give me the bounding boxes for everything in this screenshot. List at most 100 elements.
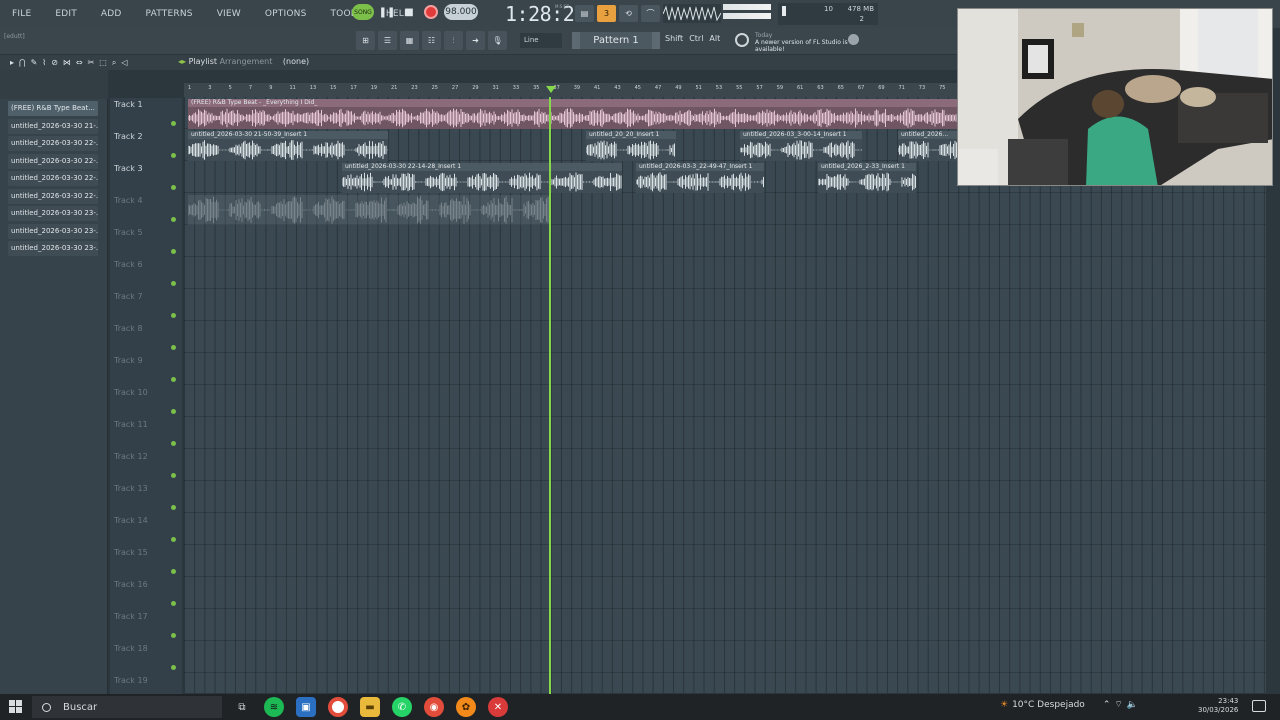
- pencil-icon[interactable]: ✎: [31, 58, 38, 68]
- countdown-icon[interactable]: 3: [597, 5, 616, 22]
- track-label[interactable]: Track 2: [114, 132, 143, 141]
- track-label[interactable]: Track 14: [114, 516, 148, 525]
- notification-icon[interactable]: [1252, 700, 1266, 712]
- audio-clip-track3-b[interactable]: untitled_2026-03-3_22-49-47_Insert 1: [636, 163, 764, 193]
- windows-start-icon[interactable]: [9, 700, 22, 713]
- timeline-ruler[interactable]: 1 3 5 7 9 11 13 15 17 19 21 23 25 27 29 31 33 35 37 39 41 43 4…: [184, 83, 960, 97]
- track-label[interactable]: Track 11: [114, 420, 148, 429]
- track-mute-led[interactable]: [171, 505, 176, 510]
- metronome-icon[interactable]: ▤: [575, 5, 594, 22]
- menu-edit[interactable]: EDIT: [43, 9, 89, 19]
- track-mute-led[interactable]: [171, 185, 176, 190]
- pause-icon[interactable]: ❚❚: [378, 3, 396, 21]
- mixer-icon[interactable]: ☷: [422, 31, 441, 50]
- track-label[interactable]: Track 1: [114, 100, 143, 109]
- track-mute-led[interactable]: [171, 313, 176, 318]
- volume-icon[interactable]: 🔈: [1127, 700, 1138, 710]
- track-mute-led[interactable]: [171, 153, 176, 158]
- song-mode-toggle[interactable]: SONG: [352, 4, 374, 20]
- track-label[interactable]: Track 18: [114, 644, 148, 653]
- plugin-picker-icon[interactable]: ⫶: [444, 31, 463, 50]
- slice-icon[interactable]: ✂: [88, 58, 95, 68]
- weather-text[interactable]: 10°C Despejado: [1012, 700, 1085, 710]
- picker-item[interactable]: untitled_2026-03-30 22-...: [8, 136, 98, 151]
- app-icon[interactable]: ✕: [488, 697, 508, 717]
- slip-icon[interactable]: ⇔: [76, 58, 83, 68]
- fl-studio-icon[interactable]: ✿: [456, 697, 476, 717]
- record-button[interactable]: [422, 3, 440, 21]
- picker-item[interactable]: untitled_2026-03-30 22-...: [8, 188, 98, 204]
- tempo-display[interactable]: 98.000: [444, 4, 478, 20]
- audio-clip-track3-c[interactable]: untitled_2026_2-33_Insert 1: [818, 163, 916, 193]
- menu-options[interactable]: OPTIONS: [253, 9, 319, 19]
- select-icon[interactable]: ⬚: [99, 58, 107, 68]
- track-label[interactable]: Track 17: [114, 612, 148, 621]
- spotify-icon[interactable]: ≋: [264, 697, 284, 717]
- alt-key[interactable]: Alt: [709, 34, 720, 43]
- track-label[interactable]: Track 6: [114, 260, 143, 269]
- picker-item[interactable]: untitled_2026-03-30 22-...: [8, 171, 98, 186]
- taskbar-clock[interactable]: 23:43 30/03/2026: [1198, 697, 1238, 715]
- track-mute-led[interactable]: [171, 633, 176, 638]
- ctrl-key[interactable]: Ctrl: [689, 34, 703, 43]
- web-icon[interactable]: [848, 34, 859, 45]
- playback-icon[interactable]: ◁: [121, 58, 127, 68]
- snap-mode-select[interactable]: Line: [520, 33, 562, 48]
- picker-item[interactable]: untitled_2026-03-30 23-...: [8, 223, 98, 239]
- track-label[interactable]: Track 13: [114, 484, 148, 493]
- folder-icon[interactable]: ▬: [360, 697, 380, 717]
- playhead-marker[interactable]: [546, 86, 556, 93]
- playlist-selection[interactable]: (none): [283, 57, 309, 66]
- picker-item[interactable]: untitled_2026-03-30 22-...: [8, 153, 98, 169]
- audio-clip-track2-d[interactable]: untitled_2026...: [898, 131, 960, 161]
- track-mute-led[interactable]: [171, 377, 176, 382]
- song-time-display[interactable]: 1:28:27: [505, 2, 586, 26]
- track-mute-led[interactable]: [171, 345, 176, 350]
- stop-icon[interactable]: ■: [400, 3, 418, 21]
- delete-icon[interactable]: ⊘: [51, 58, 58, 68]
- microphone-icon[interactable]: 🎙: [488, 31, 507, 50]
- arrangement-grid[interactable]: (FREE) R&B Type Beat - _Everything I Did…: [184, 97, 1266, 693]
- track-label[interactable]: Track 7: [114, 292, 143, 301]
- track-label[interactable]: Track 5: [114, 228, 143, 237]
- tray-chevron-icon[interactable]: ⌃: [1103, 700, 1111, 710]
- picker-item[interactable]: (FREE) R&B Type Beat...: [8, 101, 98, 116]
- whatsapp-icon[interactable]: ✆: [392, 697, 412, 717]
- picker-item[interactable]: untitled_2026-03-30 23-...: [8, 206, 98, 221]
- audio-clip-track2-a[interactable]: untitled_2026-03-30 21-50-39_Insert 1: [188, 131, 388, 161]
- browser-icon[interactable]: ➜: [466, 31, 485, 50]
- piano-roll-icon[interactable]: ☰: [378, 31, 397, 50]
- shift-key[interactable]: Shift: [665, 34, 683, 43]
- audio-clip-track1[interactable]: (FREE) R&B Type Beat - _Everything I Did…: [188, 99, 960, 129]
- chrome-icon[interactable]: [328, 697, 348, 717]
- loop-record-icon[interactable]: ⟲: [619, 5, 638, 22]
- chrome-profile-icon[interactable]: ◉: [424, 697, 444, 717]
- menu-view[interactable]: VIEW: [205, 9, 253, 19]
- track-label[interactable]: Track 10: [114, 388, 148, 397]
- track-mute-led[interactable]: [171, 249, 176, 254]
- cpu-memory-panel[interactable]: 10 478 MB 2: [778, 3, 878, 25]
- mute-icon[interactable]: ⋈: [63, 58, 71, 68]
- track-mute-led[interactable]: [171, 281, 176, 286]
- picker-item[interactable]: untitled_2026-03-30 21-...: [8, 118, 98, 134]
- track-label[interactable]: Track 9: [114, 356, 143, 365]
- menu-patterns[interactable]: PATTERNS: [134, 9, 205, 19]
- playlist-window-icon[interactable]: ⊞: [356, 31, 375, 50]
- network-icon[interactable]: ⌔: [1114, 699, 1122, 710]
- track-mute-led[interactable]: [171, 537, 176, 542]
- blend-notes-icon[interactable]: ⌒: [641, 5, 660, 22]
- store-icon[interactable]: ▣: [296, 697, 316, 717]
- task-view-icon[interactable]: ⧉: [232, 697, 252, 717]
- track-label[interactable]: Track 4: [114, 196, 143, 205]
- menu-arrow-icon[interactable]: ▸: [10, 58, 14, 68]
- track-mute-led[interactable]: [171, 601, 176, 606]
- pattern-selector[interactable]: Pattern 1: [572, 32, 660, 49]
- track-label[interactable]: Track 19: [114, 676, 148, 685]
- playlist-arrangement[interactable]: Arrangement: [220, 57, 273, 66]
- audio-clip-track3-a[interactable]: untitled_2026-03-30 22-14-28_Insert 1: [342, 163, 622, 193]
- magnet-icon[interactable]: ⋂: [19, 58, 26, 68]
- zoom-icon[interactable]: ⌕: [112, 58, 116, 68]
- track-mute-led[interactable]: [171, 473, 176, 478]
- audio-clip-track2-b[interactable]: untitled_20_20_Insert 1: [586, 131, 676, 161]
- track-label[interactable]: Track 8: [114, 324, 143, 333]
